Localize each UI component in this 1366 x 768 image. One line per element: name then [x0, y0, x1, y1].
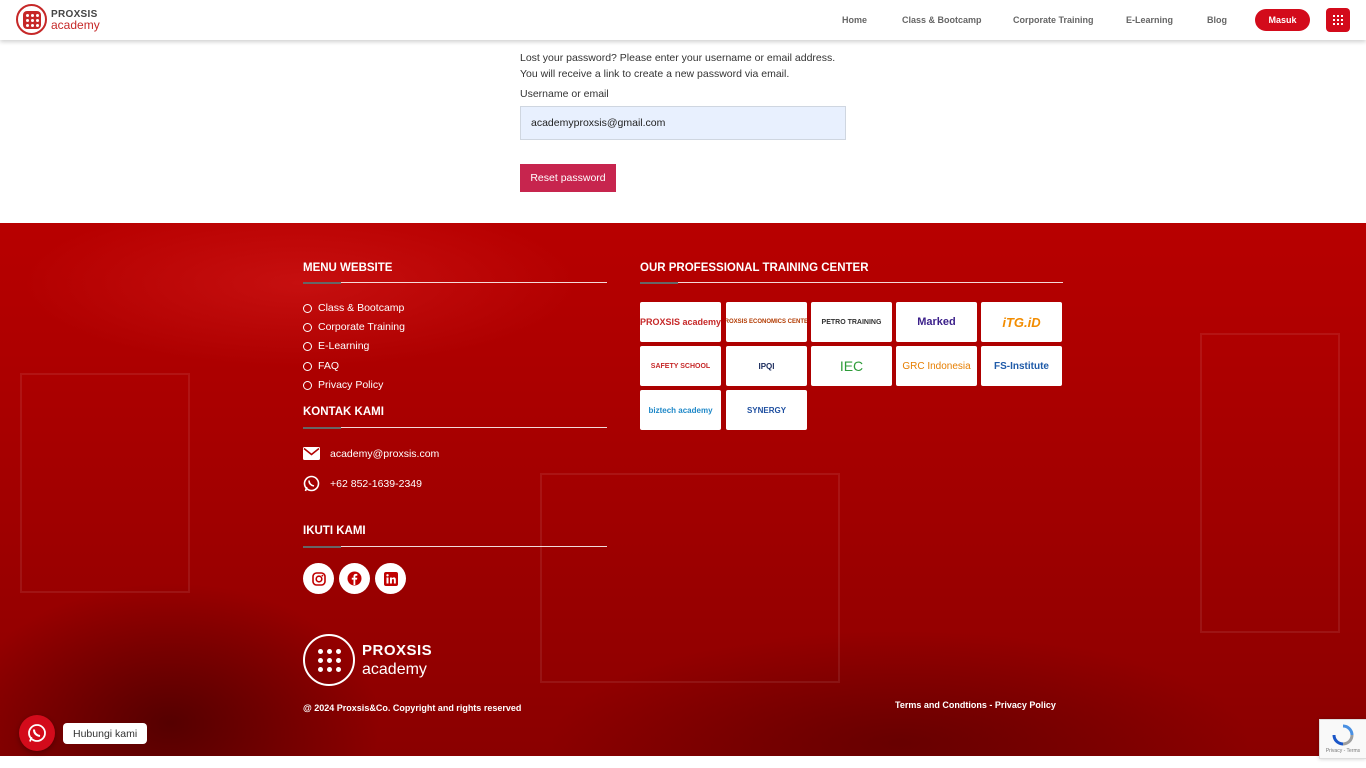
contact-phone[interactable]: +62 852-1639-2349 [303, 475, 422, 492]
instagram-button[interactable] [303, 563, 334, 594]
follow-title: IKUTI KAMI [303, 525, 366, 537]
recaptcha-icon [1332, 724, 1354, 746]
apps-grid-button[interactable] [1326, 8, 1350, 32]
footer-link-label: Class & Bootcamp [318, 302, 405, 314]
partners-title: OUR PROFESSIONAL TRAINING CENTER [640, 262, 869, 274]
whatsapp-icon [303, 475, 320, 492]
circle-bullet-icon [303, 322, 312, 332]
site-header: PROXSIS academy Home Class & Bootcamp Co… [0, 0, 1366, 40]
linkedin-icon [383, 571, 398, 586]
partner-logo-synergy[interactable]: SYNERGY [726, 390, 807, 430]
circle-bullet-icon [303, 303, 312, 313]
partner-logo-ipqi[interactable]: IPQI [726, 346, 807, 386]
partner-logo-proxsis[interactable]: PROXSIS academy [640, 302, 721, 342]
partner-logo-biztech[interactable]: biztech academy [640, 390, 721, 430]
form-intro-line1: Lost your password? Please enter your us… [520, 52, 836, 64]
partners-title-divider [640, 282, 1063, 284]
envelope-icon [303, 447, 320, 460]
partner-logo-iec[interactable]: IEC [811, 346, 892, 386]
whatsapp-chat-button[interactable] [19, 715, 55, 751]
username-email-input[interactable] [520, 106, 846, 140]
footer-brand-logo: PROXSIS academy [303, 634, 432, 686]
nav-blog[interactable]: Blog [1207, 15, 1227, 25]
nav-home[interactable]: Home [842, 15, 867, 25]
whatsapp-chat-label[interactable]: Hubungi kami [63, 723, 148, 744]
lost-password-form: Lost your password? Please enter your us… [520, 50, 860, 192]
footer-link-corporate-training[interactable]: Corporate Training [303, 321, 405, 333]
menu-website-title: MENU WEBSITE [303, 262, 393, 274]
menu-title-divider [303, 282, 607, 284]
nav-corporate-training[interactable]: Corporate Training [1013, 15, 1094, 25]
contact-email[interactable]: academy@proxsis.com [303, 447, 439, 460]
nav-class-bootcamp[interactable]: Class & Bootcamp [902, 15, 982, 25]
form-intro-line2: You will receive a link to create a new … [520, 68, 790, 80]
contact-email-text: academy@proxsis.com [330, 447, 440, 460]
footer-link-label: Privacy Policy [318, 379, 384, 391]
facebook-icon [347, 571, 362, 586]
instagram-icon [311, 571, 326, 586]
copyright-text: @ 2024 Proxsis&Co. Copyright and rights … [303, 703, 522, 713]
circle-bullet-icon [303, 341, 312, 351]
partner-logo-economics-center[interactable]: PROXSIS ECONOMICS CENTER [726, 302, 807, 342]
partner-logo-marked[interactable]: Marked [896, 302, 977, 342]
circle-bullet-icon [303, 361, 312, 371]
contact-phone-text: +62 852-1639-2349 [330, 477, 422, 490]
background-projector-screen [20, 373, 190, 593]
username-email-label: Username or email [520, 88, 609, 100]
partner-logo-grc-indonesia[interactable]: GRC Indonesia [896, 346, 977, 386]
footer-link-faq[interactable]: FAQ [303, 360, 339, 372]
brand-mark-icon [303, 634, 355, 686]
background-whiteboard [540, 473, 840, 683]
main-nav: Home Class & Bootcamp Corporate Training… [0, 0, 1366, 40]
site-footer: MENU WEBSITE Class & Bootcamp Corporate … [0, 223, 1366, 756]
footer-link-e-learning[interactable]: E-Learning [303, 340, 369, 352]
facebook-button[interactable] [339, 563, 370, 594]
reset-password-button[interactable]: Reset password [520, 164, 616, 192]
grid-icon [1333, 15, 1343, 25]
partner-logo-itg[interactable]: iTG.iD [981, 302, 1062, 342]
footer-link-label: Corporate Training [318, 321, 405, 333]
nav-e-learning[interactable]: E-Learning [1126, 15, 1173, 25]
linkedin-button[interactable] [375, 563, 406, 594]
partner-logo-petro-training[interactable]: PETRO TRAINING [811, 302, 892, 342]
follow-title-divider [303, 546, 607, 548]
whatsapp-icon [28, 724, 46, 742]
footer-link-label: FAQ [318, 360, 340, 372]
circle-bullet-icon [303, 380, 312, 390]
partner-logo-fs-institute[interactable]: FS-Institute [981, 346, 1062, 386]
contact-title-divider [303, 427, 607, 429]
footer-link-class-bootcamp[interactable]: Class & Bootcamp [303, 302, 404, 314]
partner-logo-safety-school[interactable]: SAFETY SCHOOL [640, 346, 721, 386]
background-window [1200, 333, 1340, 633]
recaptcha-links: Privacy - Terms [1325, 748, 1361, 754]
footer-link-label: E-Learning [318, 340, 370, 352]
login-button[interactable]: Masuk [1255, 9, 1310, 31]
brand-line1: PROXSIS [362, 642, 433, 659]
recaptcha-badge[interactable]: Privacy - Terms [1319, 719, 1366, 759]
brand-line2: academy [362, 661, 427, 678]
contact-title: KONTAK KAMI [303, 406, 384, 418]
footer-link-privacy-policy[interactable]: Privacy Policy [303, 379, 383, 391]
terms-privacy-links[interactable]: Terms and Condtions - Privacy Policy [895, 700, 1056, 710]
